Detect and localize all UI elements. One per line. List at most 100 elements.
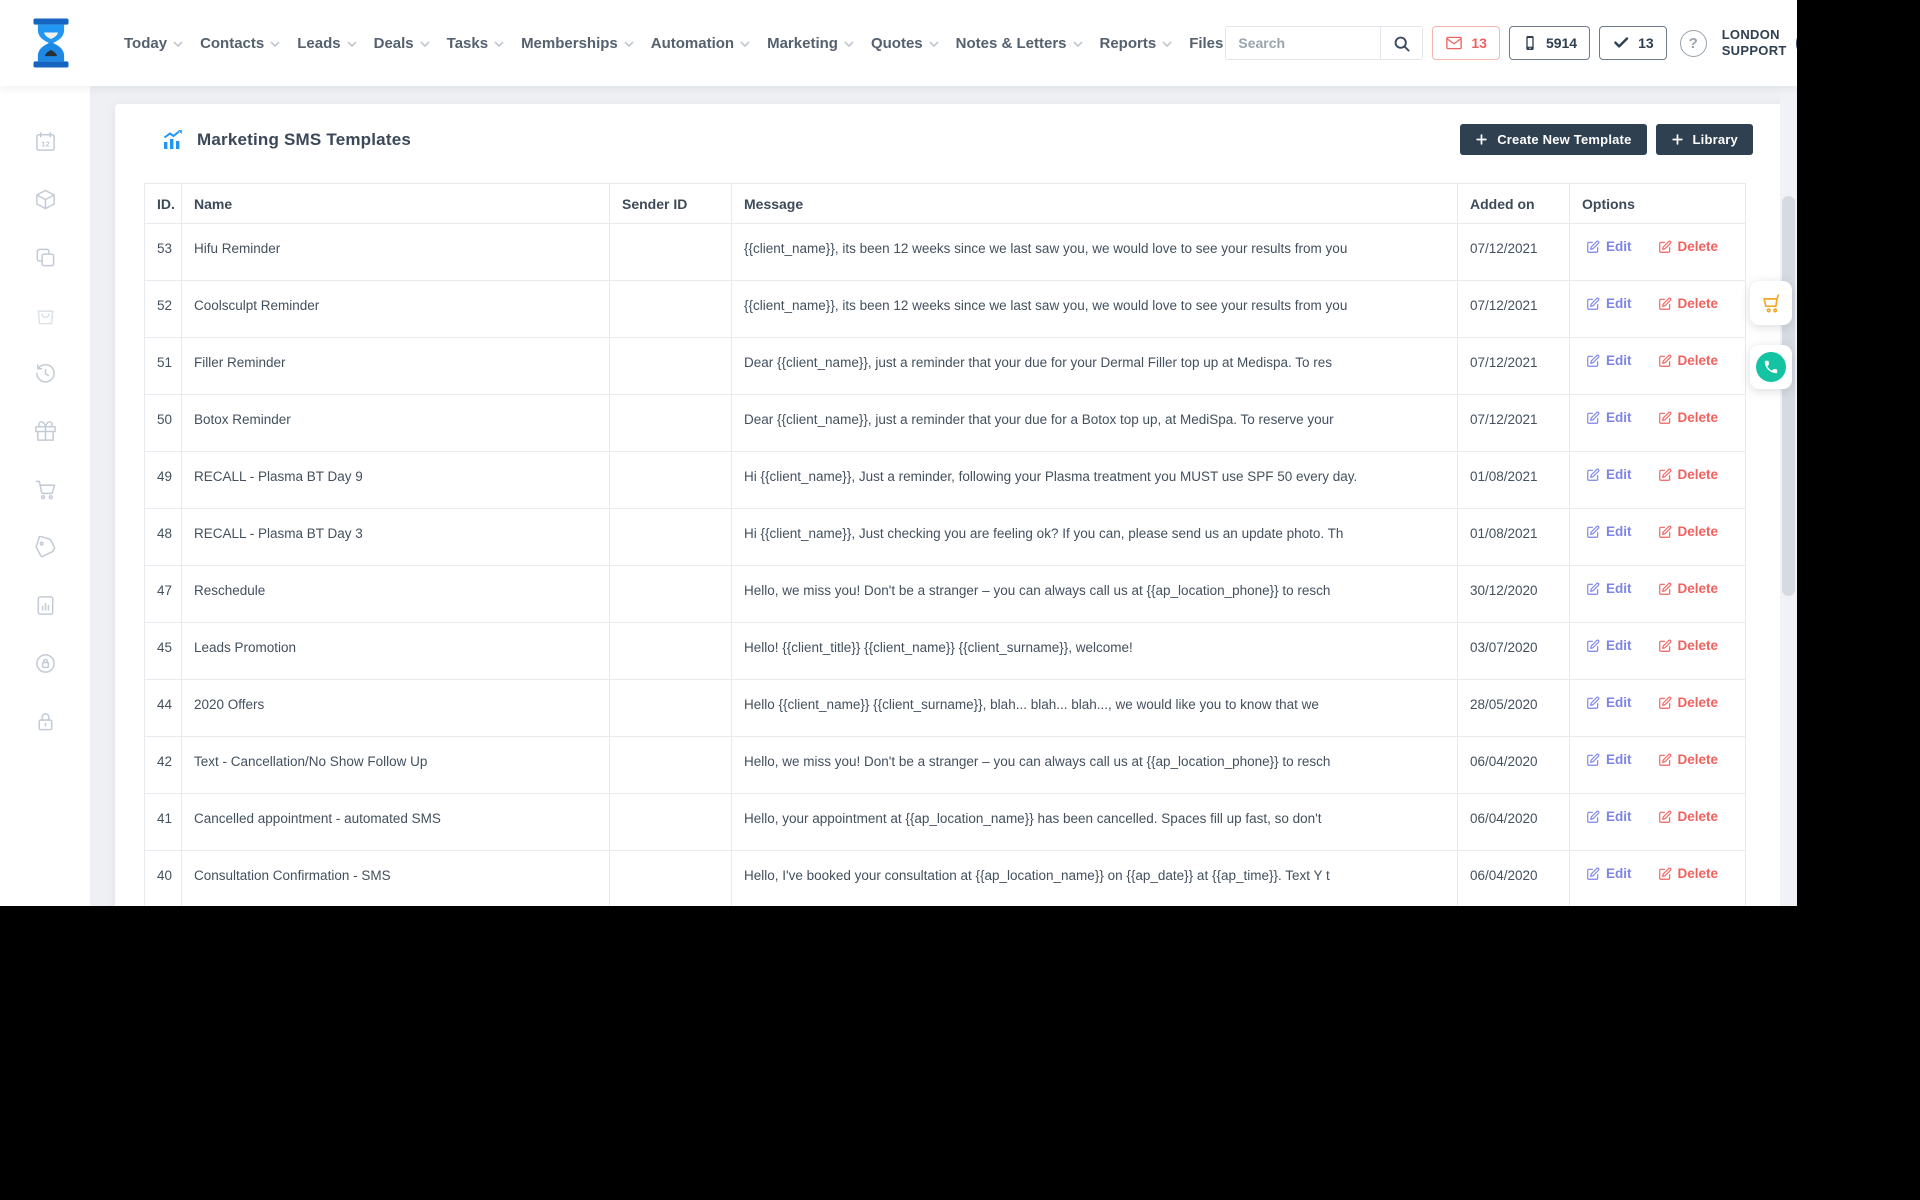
help-button[interactable]: ? [1679,29,1707,57]
nav-files[interactable]: Files [1187,29,1225,58]
nav-marketing[interactable]: Marketing [765,29,856,58]
delete-button[interactable]: Delete [1658,524,1718,539]
sidebar-item-shopping-bag[interactable] [0,286,90,344]
delete-button[interactable]: Delete [1658,695,1718,710]
nav-automation[interactable]: Automation [649,29,752,58]
nav-quotes[interactable]: Quotes [869,29,941,58]
nav-tasks[interactable]: Tasks [445,29,506,58]
nav-reports[interactable]: Reports [1098,29,1175,58]
template-sender-id [609,280,732,338]
delete-button[interactable]: Delete [1658,296,1718,311]
edit-button[interactable]: Edit [1586,752,1632,767]
table-header-row: ID. Name Sender ID Message Added on Opti… [144,183,1746,224]
sidebar-item-tag[interactable] [0,518,90,576]
edit-button[interactable]: Edit [1586,353,1632,368]
delete-button[interactable]: Delete [1658,239,1718,254]
template-name: Filler Reminder [181,337,610,395]
delete-button[interactable]: Delete [1658,752,1718,767]
chevron-down-icon [1162,41,1172,47]
template-message: Dear {{client_name}}, just a reminder th… [731,337,1458,395]
nav-contacts[interactable]: Contacts [198,29,282,58]
edit-button[interactable]: Edit [1586,410,1632,425]
scrollbar-thumb[interactable] [1782,196,1795,596]
search-input[interactable] [1226,27,1381,59]
template-added-on: 07/12/2021 [1457,394,1570,452]
table-row: 41 Cancelled appointment - automated SMS… [144,793,1746,851]
template-added-on: 03/07/2020 [1457,622,1570,680]
tasks-count: 13 [1638,35,1654,51]
edit-button[interactable]: Edit [1586,581,1632,596]
template-id: 51 [144,337,182,395]
edit-button[interactable]: Edit [1586,239,1632,254]
chevron-down-icon [173,41,183,47]
delete-button[interactable]: Delete [1658,410,1718,425]
chevron-down-icon [420,41,430,47]
sidebar-item-padlock[interactable] [0,692,90,750]
template-id: 53 [144,223,182,281]
tasks-badge[interactable]: 13 [1599,26,1667,60]
template-id: 42 [144,736,182,794]
nav-memberships[interactable]: Memberships [519,29,636,58]
delete-button[interactable]: Delete [1658,638,1718,653]
delete-button[interactable]: Delete [1658,581,1718,596]
messages-count: 13 [1471,35,1487,51]
template-sender-id [609,622,732,680]
template-sender-id [609,679,732,737]
edit-pencil-icon [1587,297,1600,310]
delete-button[interactable]: Delete [1658,467,1718,482]
tag-icon [34,535,55,557]
search-button[interactable] [1380,27,1423,59]
edit-button[interactable]: Edit [1586,866,1632,881]
cart-float-button[interactable] [1750,281,1792,325]
plus-icon [1671,134,1683,145]
sidebar-item-calendar[interactable]: 12 [0,112,90,170]
sidebar-item-copy[interactable] [0,228,90,286]
delete-button[interactable]: Delete [1658,353,1718,368]
app-logo[interactable] [20,12,82,74]
template-message: Hello! {{client_title}} {{client_name}} … [731,622,1458,680]
edit-button[interactable]: Edit [1586,467,1632,482]
template-message: Hello, your appointment at {{ap_location… [731,793,1458,851]
template-added-on: 06/04/2020 [1457,850,1570,906]
delete-button[interactable]: Delete [1658,809,1718,824]
edit-button[interactable]: Edit [1586,809,1632,824]
edit-button[interactable]: Edit [1586,524,1632,539]
nav-notes-letters[interactable]: Notes & Letters [954,29,1085,58]
messages-badge[interactable]: 13 [1432,26,1500,60]
topbar-right: 13 5914 13 ? LONDON SUPPORT [1225,24,1797,62]
template-name: Coolsculpt Reminder [181,280,610,338]
table-row: 45 Leads Promotion Hello! {{client_title… [144,622,1746,680]
sidebar-item-report[interactable] [0,576,90,634]
templates-table-body: 53 Hifu Reminder {{client_name}}, its be… [144,223,1746,906]
template-options: Edit Delete [1569,565,1746,623]
edit-button[interactable]: Edit [1586,695,1632,710]
sidebar-item-history[interactable] [0,344,90,402]
nav-leads[interactable]: Leads [295,29,358,58]
template-name: RECALL - Plasma BT Day 9 [181,451,610,509]
user-name[interactable]: LONDON SUPPORT [1722,27,1787,60]
template-id: 49 [144,451,182,509]
phone-badge[interactable]: 5914 [1508,26,1591,60]
template-message: {{client_name}}, its been 12 weeks since… [731,280,1458,338]
template-message: Hello, we miss you! Don't be a stranger … [731,736,1458,794]
template-options: Edit Delete [1569,793,1746,851]
library-button[interactable]: Library [1655,124,1753,155]
edit-pencil-icon [1587,810,1600,823]
avatar[interactable] [1795,24,1797,62]
phone-float-button[interactable] [1750,345,1792,389]
question-mark-icon: ? [1688,34,1698,52]
sidebar-item-package[interactable] [0,170,90,228]
template-sender-id [609,394,732,452]
sidebar-item-cart[interactable] [0,460,90,518]
report-chart-icon [37,595,53,615]
edit-button[interactable]: Edit [1586,296,1632,311]
sidebar-item-lock-circle[interactable] [0,634,90,692]
table-row: 47 Reschedule Hello, we miss you! Don't … [144,565,1746,623]
nav-today[interactable]: Today [122,29,185,58]
delete-button[interactable]: Delete [1658,866,1718,881]
sidebar-item-gift[interactable] [0,402,90,460]
template-name: 2020 Offers [181,679,610,737]
create-new-template-button[interactable]: Create New Template [1460,124,1647,155]
edit-button[interactable]: Edit [1586,638,1632,653]
nav-deals[interactable]: Deals [372,29,432,58]
